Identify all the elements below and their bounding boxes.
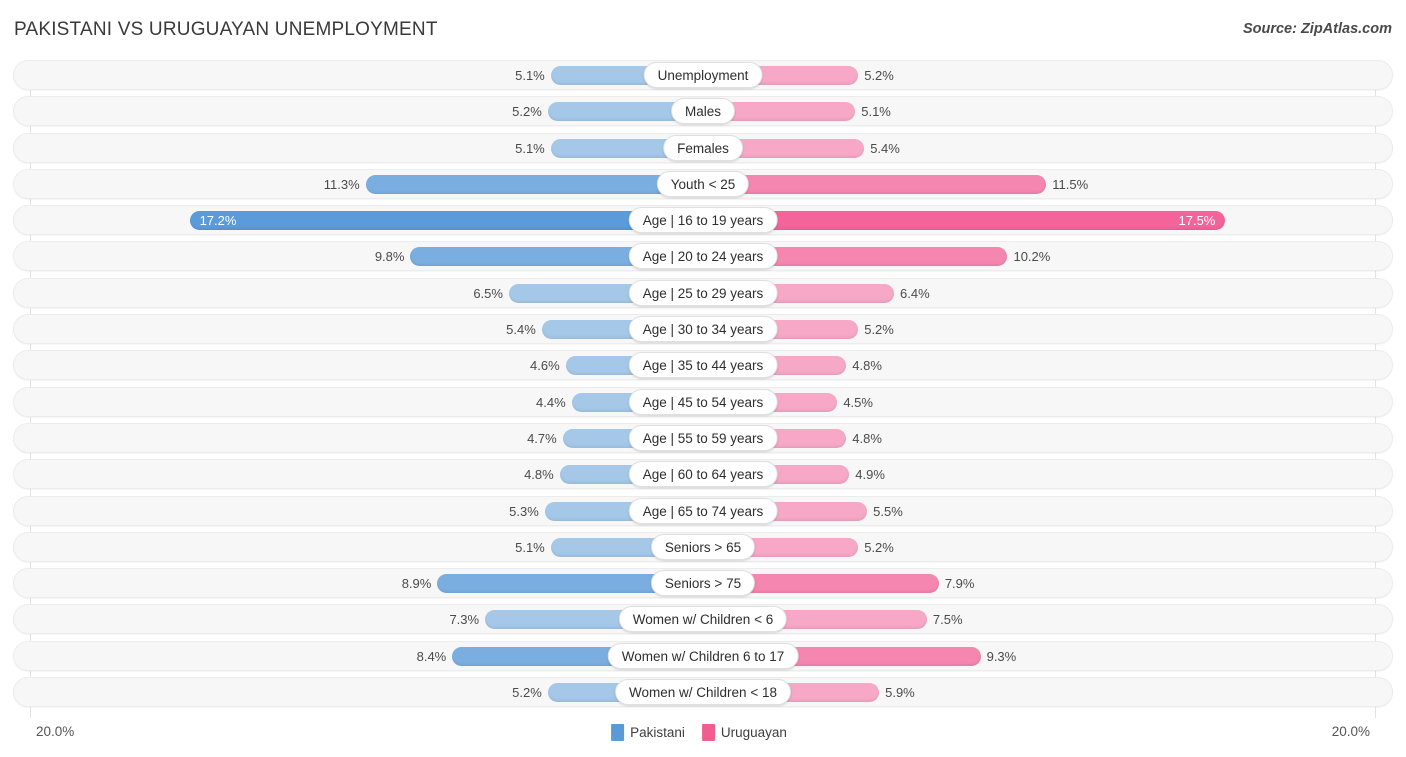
value-label-pakistani: 5.1% [515,140,545,156]
row-label-pill: Females [663,134,743,161]
chart-row: 5.2% 5.9% Women w/ Children < 18 [0,677,1406,708]
value-label-pakistani: 5.1% [515,539,545,555]
chart-plot-area: 5.1% 5.2% Unemployment 5.2% 5.1% Males 5.1% 5.4… [0,60,1406,718]
value-label-pakistani: 4.7% [527,430,557,446]
value-label-pakistani: 7.3% [449,612,480,628]
bar-uruguayan [703,174,1047,194]
chart-header: PAKISTANI VS URUGUAYAN UNEMPLOYMENT Sour… [0,0,1406,60]
legend-item[interactable]: Uruguayan [701,724,787,741]
source-attribution: Source: ZipAtlas.com [1242,21,1392,37]
page-title: PAKISTANI VS URUGUAYAN UNEMPLOYMENT [14,19,438,40]
value-label-uruguayan: 5.2% [864,322,894,338]
value-label-pakistani: 9.8% [374,249,405,265]
chart-row: 5.1% 5.2% Seniors > 65 [0,531,1406,562]
row-label-pill: Women w/ Children < 18 [615,679,791,706]
value-label-uruguayan: 7.5% [932,612,963,628]
value-label-pakistani: 8.9% [401,576,432,592]
chart-row: 4.4% 4.5% Age | 45 to 54 years [0,386,1406,417]
row-label-pill: Age | 25 to 29 years [628,279,778,306]
value-label-pakistani: 4.4% [536,394,566,410]
row-label-pill: Seniors > 65 [650,533,756,560]
row-label-pill: Age | 60 to 64 years [628,461,778,488]
chart-row: 5.1% 5.2% Unemployment [0,60,1406,90]
chart-legend: Pakistani Uruguayan [611,724,795,741]
row-label-pill: Unemployment [643,62,763,88]
chart-row: 9.8% 10.2% Age | 20 to 24 years [0,241,1406,272]
chart-row: 4.6% 4.8% Age | 35 to 44 years [0,350,1406,381]
chart-footer: 20.0% Pakistani Uruguayan 20.0% [0,718,1406,757]
row-label-pill: Youth < 25 [656,170,750,197]
row-label-pill: Age | 20 to 24 years [628,243,778,270]
row-label-pill: Women w/ Children < 6 [618,606,788,633]
row-label-pill: Age | 55 to 59 years [628,424,778,451]
chart-row: 5.4% 5.2% Age | 30 to 34 years [0,314,1406,345]
chart-row: 5.2% 5.1% Males [0,96,1406,127]
row-label-pill: Age | 45 to 54 years [628,388,778,415]
value-label-pakistani: 5.2% [512,685,542,701]
value-label-pakistani: 5.3% [509,503,539,519]
chart-row: 5.3% 5.5% Age | 65 to 74 years [0,495,1406,526]
value-label-uruguayan: 11.5% [1052,176,1089,192]
legend-swatch-icon [701,724,715,741]
value-label-pakistani: 5.1% [515,68,545,83]
legend-item[interactable]: Pakistani [611,724,685,741]
value-label-pakistani: 11.3% [323,176,360,192]
row-label-pill: Age | 35 to 44 years [628,352,778,379]
value-label-uruguayan: 5.4% [870,140,900,156]
chart-row: 17.2% 17.5% Age | 16 to 19 years [0,205,1406,236]
row-label-pill: Age | 30 to 34 years [628,316,778,343]
axis-label-left: 20.0% [36,724,75,739]
chart-row: 11.3% 11.5% Youth < 25 [0,168,1406,199]
axis-label-right: 20.0% [1331,724,1370,739]
value-label-uruguayan: 7.9% [944,576,975,592]
value-label-uruguayan: 9.3% [986,648,1017,664]
row-label-pill: Seniors > 75 [650,570,756,597]
value-label-pakistani: 5.2% [512,104,542,120]
value-label-pakistani: 4.8% [524,467,554,483]
value-label-uruguayan: 6.4% [900,285,930,301]
value-label-uruguayan: 4.8% [852,430,882,446]
row-label-pill: Age | 65 to 74 years [628,497,778,524]
legend-swatch-icon [611,724,625,741]
chart-row: 8.9% 7.9% Seniors > 75 [0,568,1406,599]
row-label-pill: Age | 16 to 19 years [628,207,778,234]
chart-row: 4.8% 4.9% Age | 60 to 64 years [0,459,1406,490]
chart-row: 5.1% 5.4% Females [0,132,1406,163]
chart-row: 6.5% 6.4% Age | 25 to 29 years [0,277,1406,308]
legend-label: Pakistani [630,725,685,740]
row-label-pill: Males [670,98,736,125]
chart-row: 8.4% 9.3% Women w/ Children 6 to 17 [0,640,1406,671]
value-label-uruguayan: 5.2% [864,68,894,83]
bar-pakistani [365,174,703,194]
chart-rows: 5.1% 5.2% Unemployment 5.2% 5.1% Males 5.1% 5.4… [0,60,1406,713]
value-label-uruguayan: 5.5% [873,503,903,519]
value-label-pakistani: 4.6% [530,358,560,374]
chart-row: 7.3% 7.5% Women w/ Children < 6 [0,604,1406,635]
value-label-pakistani: 5.4% [506,322,536,338]
value-label-uruguayan: 10.2% [1013,249,1051,265]
value-label-pakistani: 17.2% [199,213,237,229]
chart-row: 4.7% 4.8% Age | 55 to 59 years [0,422,1406,453]
value-label-uruguayan: 4.8% [852,358,882,374]
value-label-uruguayan: 4.5% [843,394,873,410]
value-label-pakistani: 8.4% [416,648,447,664]
value-label-uruguayan: 5.2% [864,539,894,555]
value-label-uruguayan: 4.9% [855,467,885,483]
value-label-uruguayan: 5.1% [861,104,891,120]
row-label-pill: Women w/ Children 6 to 17 [607,642,799,669]
value-label-uruguayan: 17.5% [1178,213,1216,229]
value-label-uruguayan: 5.9% [885,685,915,701]
legend-label: Uruguayan [720,725,787,740]
value-label-pakistani: 6.5% [473,285,503,301]
